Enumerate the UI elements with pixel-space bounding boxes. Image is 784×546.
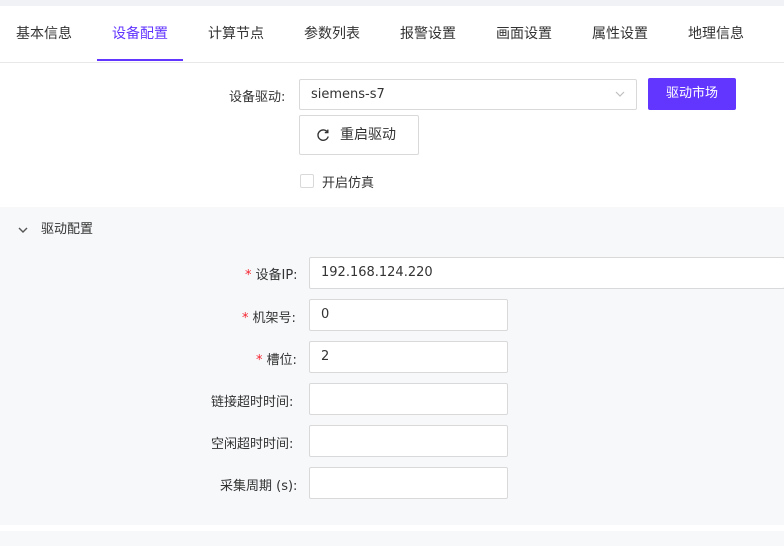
required-mark: *: [256, 353, 263, 368]
tab-property-settings[interactable]: 属性设置: [592, 6, 648, 62]
tab-device-config[interactable]: 设备配置: [112, 6, 168, 62]
chevron-down-icon: [615, 91, 625, 97]
driver-select[interactable]: siemens-s7: [299, 79, 637, 110]
tab-compute-nodes[interactable]: 计算节点: [208, 6, 264, 62]
chevron-down-icon: [18, 227, 28, 233]
tab-basic-info[interactable]: 基本信息: [16, 6, 72, 62]
tab-screen-settings[interactable]: 画面设置: [496, 6, 552, 62]
tab-geo-info[interactable]: 地理信息: [688, 6, 744, 62]
rack-number-input[interactable]: 0: [309, 299, 508, 331]
tab-bar: 基本信息 设备配置 计算节点 参数列表 报警设置 画面设置 属性设置 地理信息: [0, 6, 784, 63]
driver-config-title: 驱动配置: [41, 222, 94, 237]
tab-parameter-list[interactable]: 参数列表: [304, 6, 360, 62]
collect-period-input[interactable]: [309, 467, 508, 499]
collect-period-label: 采集周期 (s):: [220, 479, 298, 494]
driver-select-value: siemens-s7: [311, 87, 385, 102]
restart-driver-label: 重启驱动: [340, 127, 396, 143]
slot-input[interactable]: 2: [309, 341, 508, 373]
driver-config-header[interactable]: 驱动配置: [0, 207, 784, 253]
required-mark: *: [242, 311, 249, 326]
device-ip-label: * 设备IP:: [245, 268, 298, 283]
tab-alarm-settings[interactable]: 报警设置: [400, 6, 456, 62]
idle-timeout-label: 空闲超时时间:: [211, 437, 294, 452]
reload-icon: [317, 129, 329, 141]
restart-driver-button[interactable]: 重启驱动: [299, 115, 419, 155]
active-tab-indicator: [97, 59, 183, 61]
required-mark: *: [245, 268, 252, 283]
slot-label: * 槽位:: [256, 353, 297, 368]
idle-timeout-input[interactable]: [309, 425, 508, 457]
connect-timeout-label: 链接超时时间:: [211, 395, 294, 410]
connect-timeout-input[interactable]: [309, 383, 508, 415]
simulation-checkbox[interactable]: [300, 174, 314, 188]
next-panel-edge: [0, 531, 784, 546]
rack-number-label: * 机架号:: [242, 311, 296, 326]
simulation-label[interactable]: 开启仿真: [322, 172, 374, 191]
device-ip-input[interactable]: 192.168.124.220: [309, 257, 784, 289]
driver-market-button[interactable]: 驱动市场: [648, 78, 736, 110]
driver-label: 设备驱动:: [229, 90, 286, 105]
